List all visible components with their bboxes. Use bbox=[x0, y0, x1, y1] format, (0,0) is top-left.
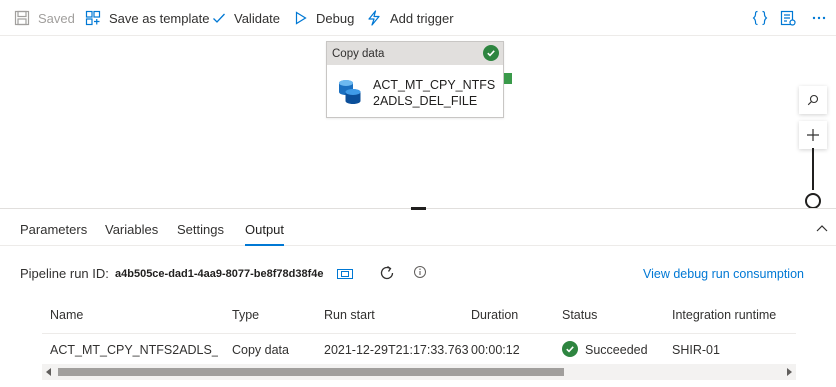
template-icon bbox=[85, 10, 101, 26]
info-button[interactable] bbox=[413, 265, 427, 284]
refresh-button[interactable] bbox=[378, 264, 396, 287]
activity-body: ACT_MT_CPY_NTFS2ADLS_DEL_FILE bbox=[327, 65, 503, 117]
scrollbar-thumb[interactable] bbox=[58, 368, 564, 376]
code-view-button[interactable] bbox=[750, 8, 770, 28]
more-button[interactable] bbox=[809, 8, 829, 28]
column-header-duration[interactable]: Duration bbox=[471, 308, 518, 322]
zoom-in-button[interactable] bbox=[799, 121, 827, 149]
validate-label: Validate bbox=[234, 10, 281, 26]
table-header: Name Type Run start Duration Status Inte… bbox=[42, 297, 796, 334]
panel-resize-handle[interactable] bbox=[411, 207, 426, 210]
plus-icon bbox=[807, 129, 819, 141]
cell-duration: 00:00:12 bbox=[471, 343, 520, 357]
bottom-panel-tabs: Parameters Variables Settings Output bbox=[0, 213, 836, 246]
more-icon bbox=[812, 16, 826, 20]
column-header-integration-runtime[interactable]: Integration runtime bbox=[672, 308, 776, 322]
column-header-run-start[interactable]: Run start bbox=[324, 308, 375, 322]
activity-type-label: Copy data bbox=[332, 47, 385, 60]
tab-settings[interactable]: Settings bbox=[177, 213, 224, 246]
pipeline-run-id-label: Pipeline run ID: bbox=[20, 266, 109, 281]
save-as-template-button[interactable]: Save as template bbox=[85, 0, 209, 36]
column-header-status[interactable]: Status bbox=[562, 308, 597, 322]
debug-button[interactable]: Debug bbox=[294, 0, 354, 36]
success-check-icon bbox=[483, 45, 499, 61]
success-status-icon bbox=[562, 341, 578, 357]
info-icon bbox=[414, 266, 426, 278]
copy-icon bbox=[337, 269, 353, 279]
search-icon bbox=[807, 94, 819, 106]
cell-name[interactable]: ACT_MT_CPY_NTFS2ADLS_DEL_FILE bbox=[50, 343, 218, 357]
saved-button[interactable]: Saved bbox=[14, 0, 75, 36]
search-canvas-button[interactable] bbox=[799, 86, 827, 114]
zoom-slider-track[interactable] bbox=[812, 148, 814, 190]
play-icon bbox=[295, 11, 307, 25]
table-row[interactable]: ACT_MT_CPY_NTFS2ADLS_DEL_FILE Copy data … bbox=[42, 335, 796, 363]
pipeline-run-id-value: a4b505ce-dad1-4aa9-8077-be8f78d38f4e bbox=[115, 268, 324, 280]
pipeline-run-row: Pipeline run ID: a4b505ce-dad1-4aa9-8077… bbox=[0, 258, 836, 288]
refresh-icon bbox=[380, 265, 394, 280]
tab-parameters[interactable]: Parameters bbox=[20, 213, 87, 246]
trigger-icon bbox=[368, 10, 380, 26]
save-icon bbox=[14, 10, 30, 26]
save-as-template-label: Save as template bbox=[109, 10, 210, 26]
code-braces-icon bbox=[752, 10, 768, 26]
cell-run-start: 2021-12-29T21:17:33.763 bbox=[324, 343, 469, 357]
properties-icon bbox=[780, 10, 796, 26]
copy-data-activity[interactable]: Copy data ACT_MT_CPY_NTFS2ADLS_DEL_FILE bbox=[326, 41, 504, 118]
column-header-name[interactable]: Name bbox=[50, 308, 83, 322]
column-header-type[interactable]: Type bbox=[232, 308, 259, 322]
toolbar: Saved Save as template Validate Debug Ad… bbox=[0, 0, 836, 36]
cell-integration-runtime: SHIR-01 bbox=[672, 343, 720, 357]
collapse-panel-button[interactable] bbox=[812, 218, 832, 238]
properties-button[interactable] bbox=[778, 8, 798, 28]
zoom-slider-thumb[interactable] bbox=[805, 193, 821, 209]
validate-button[interactable]: Validate bbox=[212, 0, 280, 36]
saved-label: Saved bbox=[38, 10, 75, 26]
add-trigger-label: Add trigger bbox=[390, 10, 454, 26]
copy-data-icon bbox=[339, 80, 361, 104]
activity-name: ACT_MT_CPY_NTFS2ADLS_DEL_FILE bbox=[373, 78, 496, 108]
tab-output[interactable]: Output bbox=[245, 213, 285, 246]
debug-label: Debug bbox=[316, 10, 355, 26]
output-port[interactable] bbox=[504, 73, 512, 84]
checkmark-icon bbox=[213, 13, 225, 23]
activity-header: Copy data bbox=[327, 42, 503, 65]
cell-type: Copy data bbox=[232, 343, 289, 357]
scroll-left-arrow-icon[interactable] bbox=[46, 368, 51, 376]
scroll-right-arrow-icon[interactable] bbox=[787, 368, 792, 376]
add-trigger-button[interactable]: Add trigger bbox=[366, 0, 454, 36]
cell-status: Succeeded bbox=[585, 343, 648, 357]
view-debug-run-consumption-link[interactable]: View debug run consumption bbox=[643, 267, 804, 281]
horizontal-scrollbar[interactable] bbox=[42, 364, 796, 380]
chevron-up-icon bbox=[816, 225, 828, 232]
copy-run-id-button[interactable] bbox=[337, 266, 353, 284]
pipeline-canvas[interactable]: Copy data ACT_MT_CPY_NTFS2ADLS_DEL_FILE bbox=[0, 37, 836, 208]
pipeline-editor: Saved Save as template Validate Debug Ad… bbox=[0, 0, 836, 387]
tab-variables[interactable]: Variables bbox=[105, 213, 158, 246]
